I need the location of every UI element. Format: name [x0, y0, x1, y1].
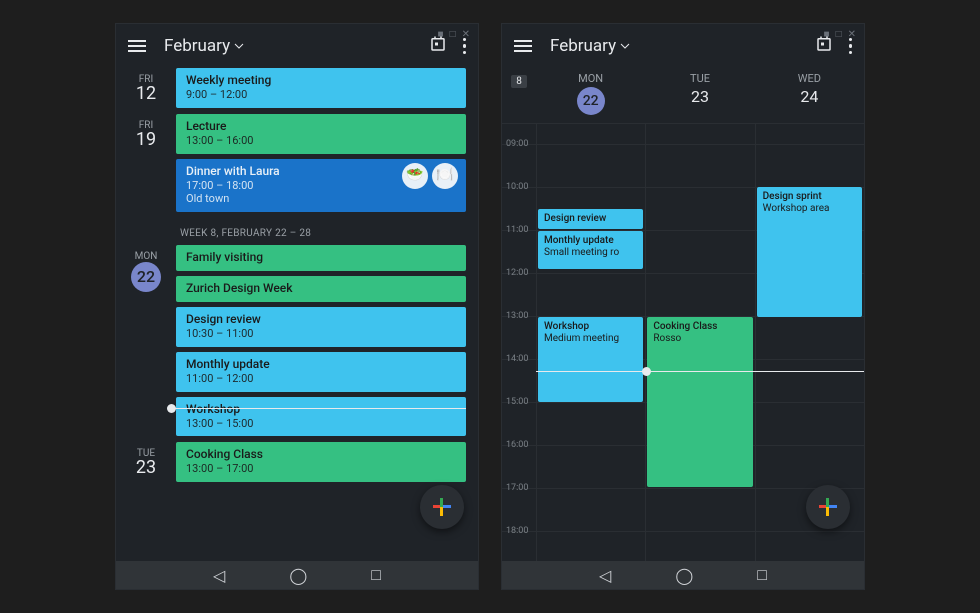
plus-icon [433, 498, 451, 516]
calendar-agenda-screen: ■□✕ February FRI12Weekly meeting9:00 – 1… [116, 24, 478, 589]
header: February [502, 24, 864, 68]
event[interactable]: Cooking ClassRosso [647, 317, 752, 487]
event[interactable]: WorkshopMedium meeting [538, 317, 643, 402]
event[interactable]: Family visiting [176, 245, 466, 271]
day-column-header[interactable]: MON22 [536, 68, 645, 123]
month-label: February [550, 36, 616, 56]
android-nav: ◁ ◯ □ [116, 561, 478, 589]
hour-row: 17:00 [502, 488, 864, 489]
window-decor: ■□✕ [438, 29, 470, 40]
menu-icon[interactable] [514, 40, 532, 52]
month-dropdown[interactable]: February [550, 36, 630, 56]
event[interactable]: Design review [538, 209, 643, 229]
window-decor: ■□✕ [824, 29, 856, 40]
menu-icon[interactable] [128, 40, 146, 52]
add-button[interactable] [420, 485, 464, 529]
day-label: TUE23 [116, 442, 176, 482]
day-group: FRI19Lecture13:00 – 16:00 Dinner with Lau… [116, 114, 478, 218]
week-number: 8 [502, 68, 536, 123]
day-label: FRI19 [116, 114, 176, 212]
day-group: FRI12Weekly meeting9:00 – 12:00 [116, 68, 478, 114]
plus-icon [819, 498, 837, 516]
event[interactable]: Lecture13:00 – 16:00 [176, 114, 466, 154]
hour-row: 18:00 [502, 531, 864, 532]
day-group: TUE23Cooking Class13:00 – 17:00 [116, 442, 478, 488]
back-icon[interactable]: ◁ [213, 566, 225, 585]
agenda-body: FRI12Weekly meeting9:00 – 12:00FRI19Lect… [116, 68, 478, 561]
day-column-header[interactable]: WED24 [755, 68, 864, 123]
week-header: WEEK 8, FEBRUARY 22 – 28 [116, 218, 478, 245]
back-icon[interactable]: ◁ [599, 566, 611, 585]
event[interactable]: Dinner with Laura17:00 – 18:00Old town🥗🍽… [176, 159, 466, 213]
more-icon[interactable] [849, 38, 853, 55]
add-button[interactable] [806, 485, 850, 529]
header: February [116, 24, 478, 68]
now-indicator [172, 408, 466, 409]
chevron-down-icon [620, 41, 630, 51]
event[interactable]: Monthly update11:00 – 12:00 [176, 352, 466, 392]
calendar-week-screen: ■□✕ February 8MON22TUE23WED24 09:0010:00… [502, 24, 864, 589]
now-indicator [536, 371, 864, 372]
event[interactable]: Workshop13:00 – 15:00 [176, 397, 466, 437]
event[interactable]: Design sprintWorkshop area [757, 187, 862, 317]
event[interactable]: Monthly updateSmall meeting ro [538, 231, 643, 269]
event[interactable]: Design review10:30 – 11:00 [176, 307, 466, 347]
chevron-down-icon [234, 41, 244, 51]
month-label: February [164, 36, 230, 56]
home-icon[interactable]: ◯ [289, 566, 307, 585]
recent-icon[interactable]: □ [757, 565, 767, 585]
event[interactable]: Zurich Design Week [176, 276, 466, 302]
event[interactable]: Cooking Class13:00 – 17:00 [176, 442, 466, 482]
month-dropdown[interactable]: February [164, 36, 244, 56]
home-icon[interactable]: ◯ [675, 566, 693, 585]
day-column-header[interactable]: TUE23 [645, 68, 754, 123]
recent-icon[interactable]: □ [371, 565, 381, 585]
hour-row: 09:00 [502, 144, 864, 145]
event[interactable]: Weekly meeting9:00 – 12:00 [176, 68, 466, 108]
day-label: FRI12 [116, 68, 176, 108]
week-body: 8MON22TUE23WED24 09:0010:0011:0012:0013:… [502, 68, 864, 561]
more-icon[interactable] [463, 38, 467, 55]
android-nav: ◁ ◯ □ [502, 561, 864, 589]
